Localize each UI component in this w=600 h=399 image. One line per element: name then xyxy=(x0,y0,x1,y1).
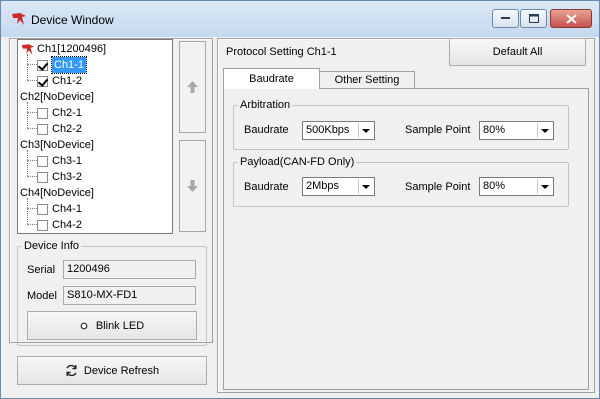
tree-item-label: Ch3[NoDevice] xyxy=(20,139,94,151)
protocol-heading: Protocol Setting Ch1-1 xyxy=(226,46,337,58)
title-bar[interactable]: Device Window xyxy=(1,1,599,37)
device-info-legend: Device Info xyxy=(22,240,82,252)
tree-channel-ch2-1[interactable]: Ch2-1 xyxy=(37,105,82,121)
serial-field: 1200496 xyxy=(63,260,196,279)
maximize-button[interactable] xyxy=(520,9,547,28)
channel-checkbox[interactable] xyxy=(37,155,48,167)
tab-other-setting[interactable]: Other Setting xyxy=(319,71,415,89)
default-all-button[interactable]: Default All xyxy=(449,38,586,66)
tree-channel-ch1-2[interactable]: Ch1-2 xyxy=(37,73,82,89)
arrow-up-icon xyxy=(187,81,198,93)
blink-led-button[interactable]: Blink LED xyxy=(27,311,197,340)
tree-item-label: Ch4[NoDevice] xyxy=(20,187,94,199)
arbitration-baudrate-select[interactable]: 500Kbps xyxy=(302,121,375,140)
select-value: 2Mbps xyxy=(306,180,340,192)
default-all-label: Default All xyxy=(492,46,543,58)
tree-item-label: Ch1[1200496] xyxy=(37,43,107,55)
device-tree[interactable]: Ch1[1200496] Ch1-1 Ch1-2 Ch2[NoDevice] C… xyxy=(17,39,173,234)
payload-baudrate-select[interactable]: 2Mbps xyxy=(302,177,375,196)
chevron-down-icon[interactable] xyxy=(537,179,552,194)
tree-device-ch2[interactable]: Ch2[NoDevice] xyxy=(20,89,94,105)
channel-checkbox[interactable] xyxy=(37,59,48,71)
chevron-down-icon[interactable] xyxy=(537,123,552,138)
tree-channel-ch3-1[interactable]: Ch3-1 xyxy=(37,153,82,169)
arbitration-sample-point-label: Sample Point xyxy=(405,124,471,136)
tree-device-ch1[interactable]: Ch1[1200496] xyxy=(21,41,106,57)
device-refresh-label: Device Refresh xyxy=(83,364,160,377)
tree-item-label: Ch2-1 xyxy=(52,107,82,119)
tree-channel-ch4-2[interactable]: Ch4-2 xyxy=(37,217,82,233)
tree-channel-ch2-2[interactable]: Ch2-2 xyxy=(37,121,82,137)
select-value: 80% xyxy=(483,124,506,136)
blink-led-label: Blink LED xyxy=(95,319,145,332)
device-refresh-button[interactable]: Device Refresh xyxy=(17,356,207,385)
channel-checkbox[interactable] xyxy=(37,123,48,135)
maximize-icon xyxy=(528,14,539,23)
payload-legend: Payload(CAN-FD Only) xyxy=(238,156,357,168)
tree-item-label: Ch4-2 xyxy=(52,219,82,231)
window-title: Device Window xyxy=(31,13,114,27)
device-window: Device Window Ch1[1200496] Ch1-1 Ch1-2 C… xyxy=(0,0,600,399)
tree-item-label: Ch3-1 xyxy=(52,155,82,167)
tree-item-label: Ch1-2 xyxy=(52,75,82,87)
channel-checkbox[interactable] xyxy=(37,219,48,231)
tab-baudrate[interactable]: Baudrate xyxy=(223,68,320,89)
refresh-icon xyxy=(66,364,77,377)
select-value: 500Kbps xyxy=(306,124,350,136)
move-down-button[interactable] xyxy=(179,140,206,232)
payload-baudrate-label: Baudrate xyxy=(244,181,289,193)
tree-device-ch4[interactable]: Ch4[NoDevice] xyxy=(20,185,94,201)
arrow-down-icon xyxy=(187,180,198,192)
device-logo-icon xyxy=(21,43,35,55)
serial-label: Serial xyxy=(27,264,56,276)
close-icon xyxy=(565,13,577,24)
close-button[interactable] xyxy=(550,9,592,28)
arbitration-baudrate-label: Baudrate xyxy=(244,124,289,136)
tab-label: Other Setting xyxy=(334,74,400,86)
channel-checkbox[interactable] xyxy=(37,107,48,119)
tree-channel-ch3-2[interactable]: Ch3-2 xyxy=(37,169,82,185)
payload-sample-point-label: Sample Point xyxy=(405,181,471,193)
chevron-down-icon[interactable] xyxy=(358,123,373,138)
payload-sample-point-select[interactable]: 80% xyxy=(479,177,554,196)
app-logo-icon xyxy=(12,13,26,25)
minimize-icon xyxy=(501,17,510,19)
move-up-button[interactable] xyxy=(179,41,206,133)
tree-channel-ch4-1[interactable]: Ch4-1 xyxy=(37,201,82,217)
model-field: S810-MX-FD1 xyxy=(63,286,196,305)
tree-item-label: Ch4-1 xyxy=(52,203,82,215)
led-icon xyxy=(80,322,88,329)
model-label: Model xyxy=(27,290,57,302)
tree-item-label: Ch1-1 xyxy=(51,56,87,74)
tab-label: Baudrate xyxy=(249,73,294,85)
channel-checkbox[interactable] xyxy=(37,75,48,87)
arbitration-legend: Arbitration xyxy=(238,99,293,111)
channel-checkbox[interactable] xyxy=(37,203,48,215)
tree-channel-ch1-1[interactable]: Ch1-1 xyxy=(37,56,87,74)
tree-device-ch3[interactable]: Ch3[NoDevice] xyxy=(20,137,94,153)
tree-item-label: Ch2[NoDevice] xyxy=(20,91,94,103)
chevron-down-icon[interactable] xyxy=(358,179,373,194)
select-value: 80% xyxy=(483,180,506,192)
channel-checkbox[interactable] xyxy=(37,171,48,183)
tree-item-label: Ch2-2 xyxy=(52,123,82,135)
minimize-button[interactable] xyxy=(492,9,519,28)
arbitration-sample-point-select[interactable]: 80% xyxy=(479,121,554,140)
tree-item-label: Ch3-2 xyxy=(52,171,82,183)
